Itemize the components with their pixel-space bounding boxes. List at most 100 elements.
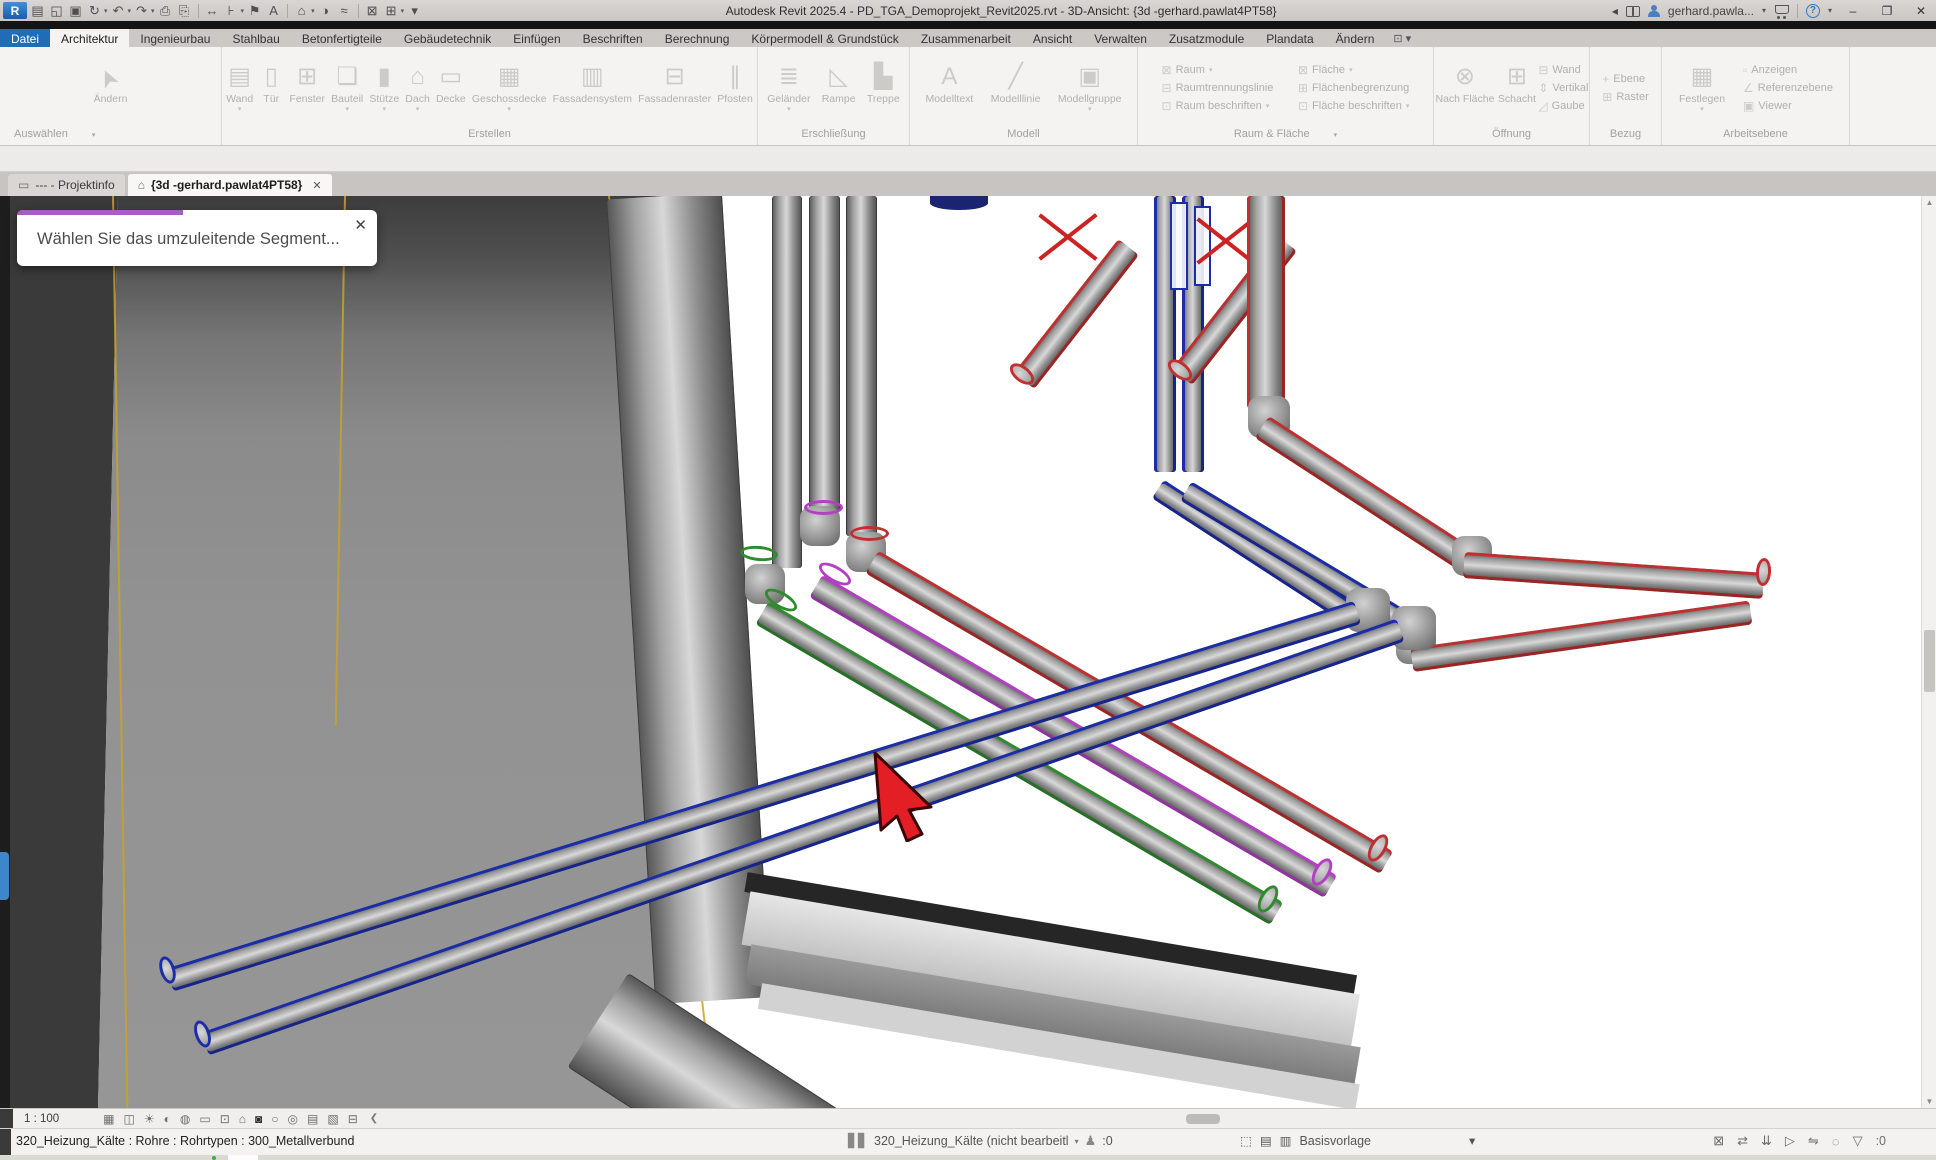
horizontal-scrollbar-thumb[interactable] — [1186, 1114, 1220, 1124]
ribbon-display-toggle[interactable]: ⊡▾ — [1385, 29, 1419, 47]
close-button[interactable]: ✕ — [1908, 4, 1934, 18]
reveal-hidden-icon[interactable]: ○ — [271, 1112, 278, 1126]
referenzebene-button[interactable]: ∠Referenzebene — [1743, 81, 1833, 95]
gel-nder-button[interactable]: ≣Geländer▾ — [766, 60, 811, 116]
active-workset-select[interactable]: 320_Heizung_Kälte (nicht bearbeitl — [874, 1134, 1069, 1148]
model-box-icon[interactable]: ⬚ — [1240, 1133, 1252, 1148]
design-options-icon[interactable]: ▥ — [1280, 1133, 1292, 1148]
ribbon-tab-zusammenarbeit[interactable]: Zusammenarbeit — [910, 29, 1022, 47]
vertikal-button[interactable]: ⇕Vertikal — [1538, 81, 1588, 95]
panel-caption[interactable]: Auswählen▾ — [0, 128, 221, 144]
qat-customize-icon[interactable]: ▾ — [406, 2, 423, 20]
default-3d-view-icon-dropdown[interactable]: ▾ — [311, 7, 315, 15]
-ndern-button[interactable]: ➤Ändern — [93, 60, 129, 116]
select-links-icon[interactable]: ⇄ — [1737, 1133, 1748, 1149]
fl-che-button[interactable]: ⊠Fläche▾ — [1298, 63, 1409, 77]
text-icon[interactable]: A — [265, 2, 282, 20]
select-pinned-icon[interactable]: ▷ — [1785, 1133, 1795, 1149]
dach-button[interactable]: ⌂Dach▾ — [404, 60, 431, 116]
analytical-model-icon[interactable]: ▧ — [327, 1112, 338, 1126]
undo-icon[interactable]: ↶ — [110, 2, 127, 20]
revit-logo-icon[interactable]: R — [3, 2, 27, 19]
store-cart-icon[interactable] — [1774, 5, 1789, 16]
panel-toggle-dropdown-icon[interactable]: ▾ — [1406, 32, 1412, 45]
modelllinie-button[interactable]: ╱Modelllinie — [990, 60, 1042, 116]
sun-path-icon[interactable]: ☀ — [144, 1112, 155, 1126]
aligned-dimension-icon-dropdown[interactable]: ▾ — [241, 7, 245, 15]
modellgruppe-button[interactable]: ▣Modellgruppe▾ — [1057, 60, 1123, 116]
shadows-icon[interactable]: ◐ — [164, 1112, 171, 1126]
help-icon[interactable]: ? — [1806, 4, 1820, 18]
wand-button[interactable]: ⊟Wand — [1538, 63, 1588, 77]
ribbon-tab-ansicht[interactable]: Ansicht — [1022, 29, 1083, 47]
ebene-button[interactable]: +Ebene — [1602, 72, 1648, 86]
locked-view-icon[interactable]: ⌂ — [239, 1112, 246, 1126]
anzeigen-button[interactable]: ▫Anzeigen — [1743, 63, 1833, 77]
ribbon-tab-berechnung[interactable]: Berechnung — [654, 29, 741, 47]
scroll-up-icon[interactable]: ▲ — [1925, 198, 1934, 207]
select-underlay-icon[interactable]: ⇊ — [1761, 1133, 1772, 1149]
modelltext-button[interactable]: AModelltext — [924, 60, 974, 116]
decke-button[interactable]: ▭Decke — [435, 60, 467, 116]
username[interactable]: gerhard.pawla... — [1668, 4, 1754, 18]
redo-icon-dropdown[interactable]: ▾ — [151, 7, 155, 15]
worksharing-display-icon[interactable]: ◎ — [288, 1112, 298, 1126]
valve-handle-1[interactable] — [1036, 206, 1100, 270]
fl-chenbegrenzung-button[interactable]: ⊞Flächenbegrenzung — [1298, 81, 1409, 95]
fassadensystem-button[interactable]: ▥Fassadensystem — [552, 60, 633, 116]
save-icon[interactable]: ▣ — [67, 2, 84, 20]
raum-button[interactable]: ⊠Raum▾ — [1162, 63, 1274, 77]
reveal-constraints-icon[interactable]: ⊟ — [348, 1112, 358, 1126]
help-dropdown-icon[interactable]: ▾ — [1828, 6, 1832, 15]
ribbon-tab-plandata[interactable]: Plandata — [1255, 29, 1324, 47]
ribbon-tab-betonfertigteile[interactable]: Betonfertigteile — [291, 29, 393, 47]
user-dropdown-icon[interactable]: ▾ — [1762, 6, 1766, 15]
minimize-button[interactable]: – — [1840, 4, 1866, 18]
blue-dome[interactable] — [930, 196, 988, 210]
red-run-lower[interactable] — [1410, 601, 1752, 672]
temporary-view-properties-icon[interactable]: ▤ — [307, 1112, 318, 1126]
switch-windows-icon[interactable]: ⊞ — [383, 2, 400, 20]
exclude-options-icon[interactable]: ⊠ — [1713, 1133, 1724, 1149]
raumtrennungslinie-button[interactable]: ⊟Raumtrennungslinie — [1162, 81, 1274, 95]
view-tab--projektinfo[interactable]: ▭--- - Projektinfo — [8, 174, 125, 196]
crop-view-icon[interactable]: ▭ — [199, 1112, 210, 1126]
t-r-button[interactable]: ▯Tür — [258, 60, 284, 116]
coupling-purple-1[interactable] — [804, 500, 843, 515]
detail-level-icon[interactable]: ▦ — [103, 1112, 114, 1126]
gaube-button[interactable]: ◿Gaube — [1538, 99, 1588, 113]
open-icon[interactable]: ◱ — [48, 2, 65, 20]
properties-icon[interactable]: ▤ — [29, 2, 46, 20]
redo-icon[interactable]: ↷ — [133, 2, 150, 20]
red-riser[interactable] — [1247, 196, 1285, 408]
render-icon[interactable]: ◑ — [317, 2, 334, 20]
fl-che-beschriften-button[interactable]: ⊡Fläche beschriften▾ — [1298, 99, 1409, 113]
rampe-button[interactable]: ◺Rampe — [821, 60, 857, 116]
raum-beschriften-button[interactable]: ⊡Raum beschriften▾ — [1162, 99, 1274, 113]
drawing-area[interactable]: Wählen Sie das umzuleitende Segment... ✕ — [0, 196, 1921, 1108]
riser-pipe-1[interactable] — [772, 196, 802, 568]
switch-windows-icon-dropdown[interactable]: ▾ — [401, 7, 405, 15]
vertical-scrollbar[interactable]: ▲ ▼ — [1921, 196, 1936, 1108]
sync-with-central-icon[interactable]: ↻ — [86, 2, 103, 20]
festlegen-button[interactable]: ▦Festlegen▾ — [1678, 60, 1726, 116]
viewer-button[interactable]: ▣Viewer — [1743, 99, 1833, 113]
riser-pipe-3[interactable] — [846, 196, 877, 536]
panel-toggle-icon[interactable]: ⊡ — [1393, 32, 1402, 45]
thin-lines-icon[interactable]: ≈ — [336, 2, 353, 20]
filter-icon[interactable]: ▽ — [1853, 1133, 1863, 1149]
pfosten-button[interactable]: ∥Pfosten — [716, 60, 754, 116]
ribbon-tab-geb-udetechnik[interactable]: Gebäudetechnik — [393, 29, 502, 47]
vertical-scrollbar-thumb[interactable] — [1924, 630, 1935, 692]
temporary-hide-isolate-icon[interactable]: ◙ — [255, 1112, 262, 1126]
ribbon-tab--ndern[interactable]: Ändern — [1325, 29, 1386, 47]
back-arrow-icon[interactable]: ◂ — [1612, 4, 1618, 18]
ribbon-tab-k-rpermodell-grundst-ck[interactable]: Körpermodell & Grundstück — [740, 29, 909, 47]
list-icon[interactable]: ▤ — [1260, 1133, 1272, 1148]
default-3d-view-icon[interactable]: ⌂ — [293, 2, 310, 20]
view-scale-button[interactable]: 1 : 100 — [24, 1113, 59, 1125]
ribbon-tab-einf-gen[interactable]: Einfügen — [502, 29, 571, 47]
panel-caption[interactable]: Raum & Fläche▾ — [1138, 128, 1433, 144]
user-avatar-icon[interactable] — [1648, 5, 1660, 17]
active-design-option-select[interactable]: Basisvorlage — [1299, 1134, 1371, 1148]
